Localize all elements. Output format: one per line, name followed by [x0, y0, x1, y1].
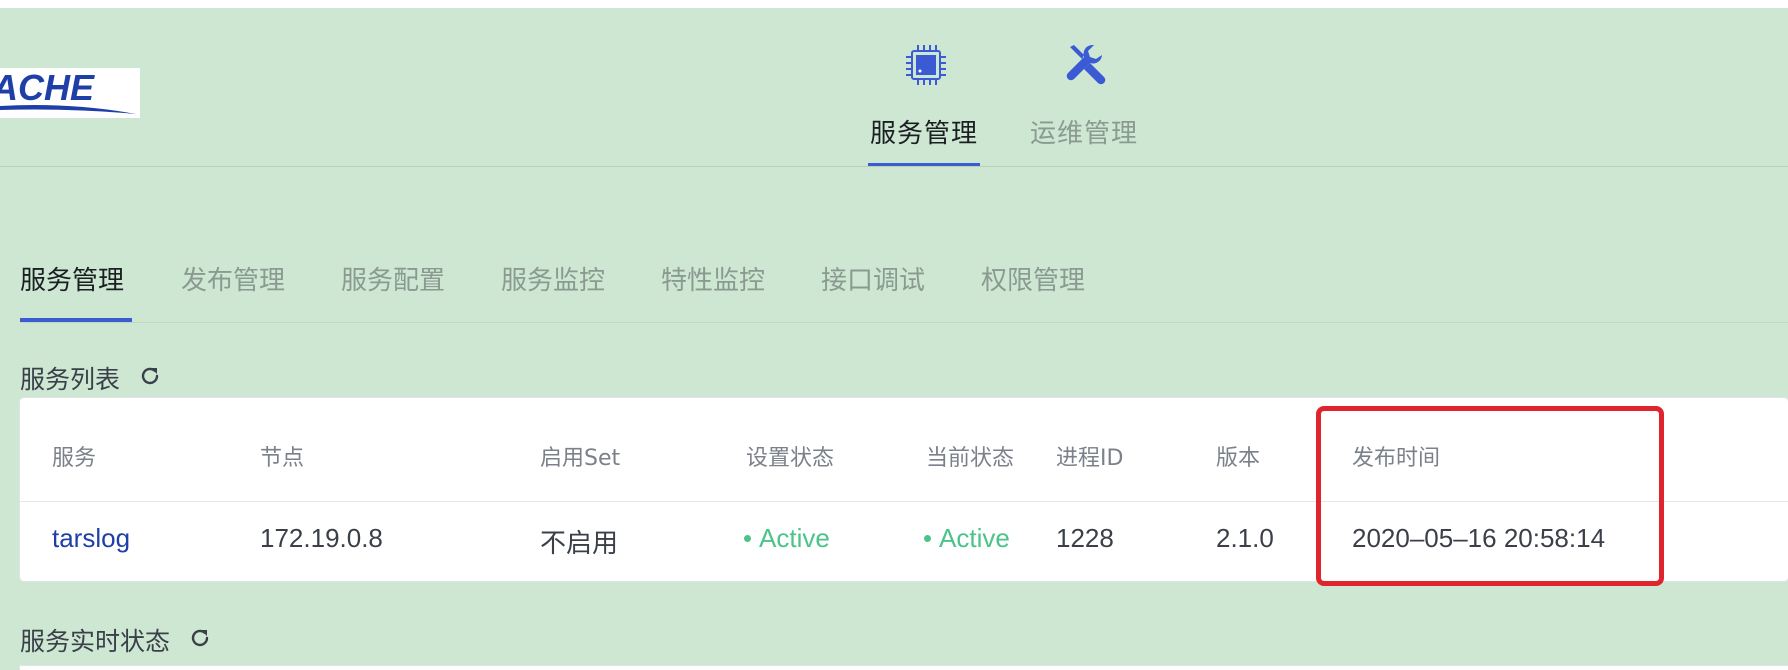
sub-tab-label: 服务配置 [341, 266, 446, 296]
version-cell: 2.1.0 [1216, 523, 1274, 553]
current-state-cell: Active [924, 523, 1010, 554]
current-state-text: Active [939, 523, 1010, 553]
refresh-icon[interactable] [138, 364, 162, 394]
logo[interactable]: ACHE [0, 68, 140, 118]
sub-tab-label: 特性监控 [661, 266, 766, 296]
realtime-status-title: 服务实时状态 [20, 622, 212, 658]
section-title-text: 服务实时状态 [20, 627, 171, 656]
status-dot [924, 534, 931, 542]
set-enabled-cell: 不启用 [540, 528, 619, 558]
top-tab-ops-management[interactable]: 运维管理 [1028, 33, 1140, 167]
sub-tab-interface-debug[interactable]: 接口调试 [821, 260, 925, 322]
sub-tab-release-management[interactable]: 发布管理 [181, 260, 285, 322]
sub-tab-label: 权限管理 [981, 266, 1086, 296]
top-nav-divider [0, 166, 1788, 167]
page: ACHE 服务管理 运维管理 服务管理 发布管理 服务配置 服务监控 特性监控 … [0, 8, 1788, 670]
sub-tab-service-monitor[interactable]: 服务监控 [501, 260, 605, 322]
column-header-version[interactable]: 版本 [1216, 440, 1260, 472]
logo-image: ACHE [0, 68, 136, 114]
status-dot [744, 534, 751, 542]
chip-icon [902, 41, 950, 89]
node-cell: 172.19.0.8 [260, 523, 383, 553]
sub-tab-label: 服务管理 [20, 266, 125, 296]
top-tab-label: 运维管理 [1029, 119, 1138, 149]
sub-tab-label: 接口调试 [821, 266, 926, 296]
sub-tab-label: 发布管理 [181, 266, 286, 296]
service-list-title: 服务列表 [20, 360, 162, 396]
pid-cell: 1228 [1056, 523, 1114, 553]
column-header-service[interactable]: 服务 [52, 440, 96, 472]
sub-tab-feature-monitor[interactable]: 特性监控 [661, 260, 765, 322]
refresh-icon[interactable] [188, 626, 212, 656]
setting-state-cell: Active [744, 523, 830, 554]
setting-state-text: Active [759, 523, 830, 553]
sub-tab-label: 服务监控 [501, 266, 606, 296]
column-header-node[interactable]: 节点 [260, 440, 304, 472]
column-header-setting-state[interactable]: 设置状态 [746, 440, 834, 472]
section-title-text: 服务列表 [20, 365, 121, 394]
column-header-current-state[interactable]: 当前状态 [926, 440, 1014, 472]
publish-time-highlight-box [1316, 406, 1664, 586]
svg-text:ACHE: ACHE [0, 68, 95, 108]
column-header-set[interactable]: 启用Set [540, 440, 620, 472]
sub-nav-divider [20, 322, 1788, 323]
top-tab-label: 服务管理 [869, 119, 978, 149]
tools-icon [1062, 41, 1110, 89]
column-header-pid[interactable]: 进程ID [1056, 440, 1123, 472]
sub-tab-permission-management[interactable]: 权限管理 [981, 260, 1085, 322]
service-name-link[interactable]: tarslog [52, 523, 130, 554]
top-tab-service-management[interactable]: 服务管理 [868, 33, 980, 167]
sub-tab-service-management[interactable]: 服务管理 [20, 260, 132, 322]
sub-tab-service-config[interactable]: 服务配置 [341, 260, 445, 322]
realtime-status-card [20, 666, 1788, 670]
